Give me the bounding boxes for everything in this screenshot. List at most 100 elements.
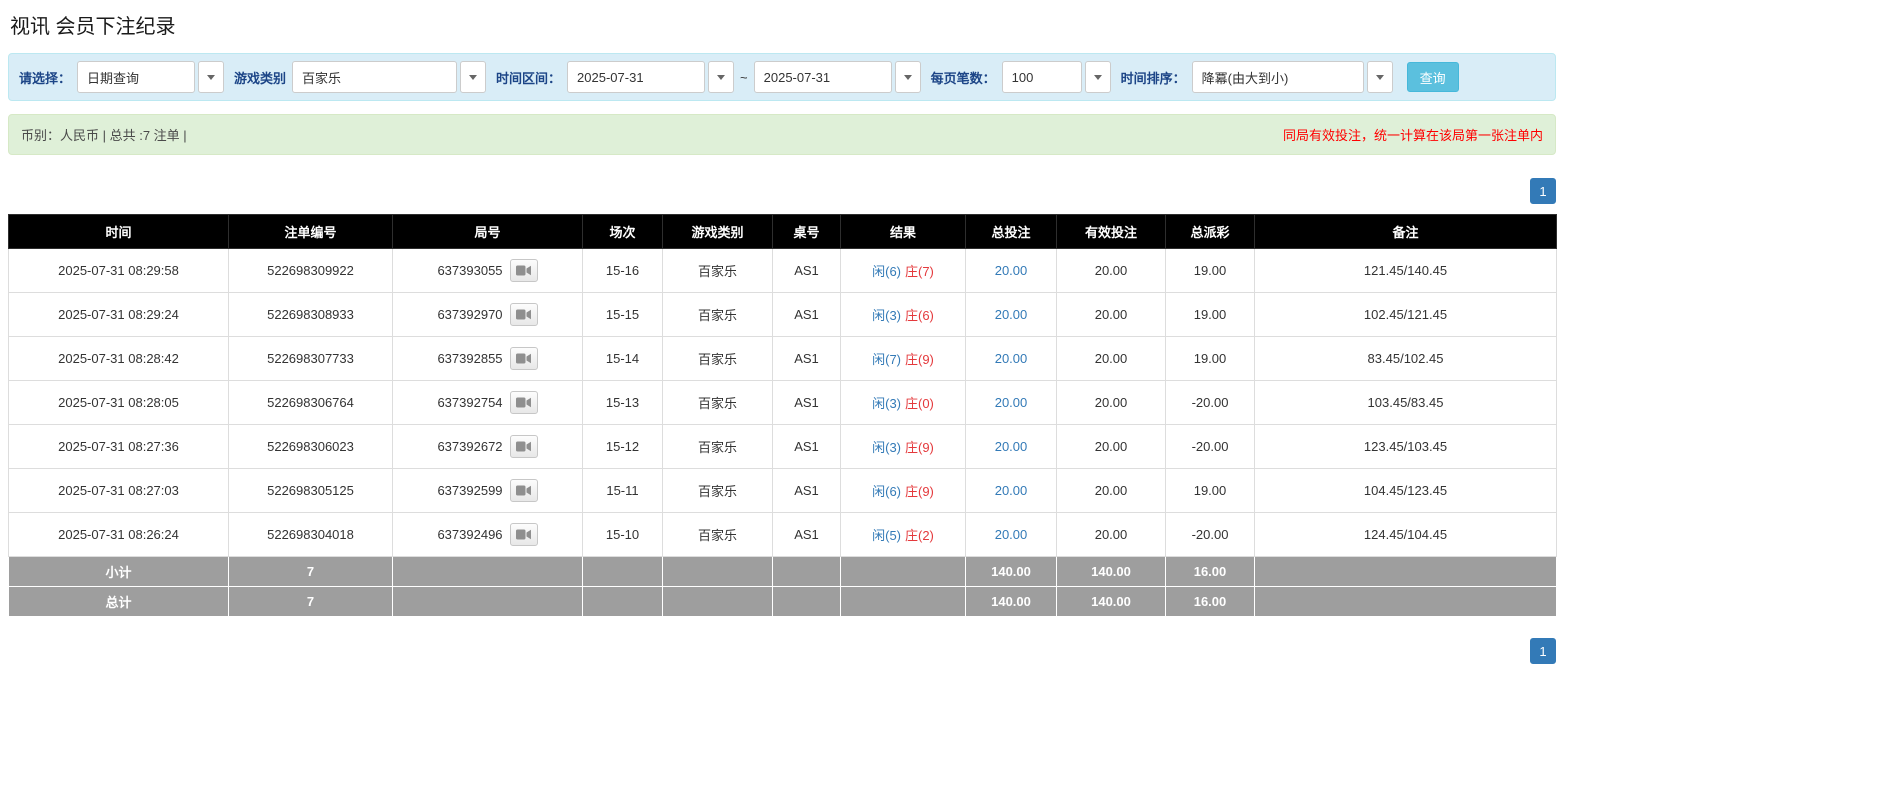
total-empty-cell — [772, 586, 841, 617]
cell-round-id: 637393055 — [392, 248, 583, 293]
total-bet-link[interactable]: 20.00 — [995, 527, 1028, 542]
date-to-dropdown-button[interactable] — [894, 61, 921, 93]
page-1-button[interactable]: 1 — [1530, 638, 1556, 664]
cell-payout: 19.00 — [1165, 292, 1255, 337]
cell-time: 2025-07-31 08:27:36 — [8, 424, 229, 469]
round-id-text: 637392754 — [437, 395, 503, 410]
col-header-table-no: 桌号 — [772, 214, 841, 249]
date-from-dropdown-button[interactable] — [708, 61, 735, 93]
total-bet-link[interactable]: 20.00 — [995, 483, 1028, 498]
cell-round-id: 637392599 — [392, 468, 583, 513]
video-replay-button[interactable] — [509, 303, 538, 326]
cell-remark: 124.45/104.45 — [1254, 512, 1557, 557]
total-row: 总计 7 140.00 140.00 16.00 — [8, 586, 1557, 617]
total-bet-link[interactable]: 20.00 — [995, 351, 1028, 366]
video-replay-button[interactable] — [509, 259, 538, 282]
result-player: 闲(5) — [872, 528, 901, 543]
time-sort-value[interactable]: 降冪(由大到小) — [1191, 61, 1364, 93]
cell-payout: 19.00 — [1165, 248, 1255, 293]
cell-game-type: 百家乐 — [662, 424, 773, 469]
result-banker: 庄(9) — [905, 352, 934, 367]
table-header-row: 时间 注单编号 局号 场次 游戏类别 桌号 结果 总投注 有效投注 总派彩 备注 — [8, 214, 1557, 249]
date-to-input[interactable]: 2025-07-31 — [753, 61, 892, 93]
bet-records-table: 时间 注单编号 局号 场次 游戏类别 桌号 结果 总投注 有效投注 总派彩 备注… — [8, 214, 1557, 617]
cell-remark: 121.45/140.45 — [1254, 248, 1557, 293]
date-from-select[interactable]: 2025-07-31 — [567, 61, 735, 93]
total-bet-link[interactable]: 20.00 — [995, 307, 1028, 322]
game-type-dropdown-button[interactable] — [460, 61, 487, 93]
query-type-dropdown-button[interactable] — [198, 61, 225, 93]
result-banker: 庄(0) — [905, 396, 934, 411]
cell-round-id: 637392970 — [392, 292, 583, 337]
col-header-time: 时间 — [8, 214, 229, 249]
result-player: 闲(3) — [872, 396, 901, 411]
cell-table-no: AS1 — [772, 512, 841, 557]
video-replay-button[interactable] — [509, 479, 538, 502]
cell-game-type: 百家乐 — [662, 248, 773, 293]
date-from-input[interactable]: 2025-07-31 — [567, 61, 706, 93]
cell-valid-bet: 20.00 — [1056, 336, 1166, 381]
total-count: 7 — [228, 586, 393, 617]
result-banker: 庄(6) — [905, 308, 934, 323]
game-type-value[interactable]: 百家乐 — [292, 61, 458, 93]
cell-remark: 104.45/123.45 — [1254, 468, 1557, 513]
cell-round-id: 637392672 — [392, 424, 583, 469]
cell-game-type: 百家乐 — [662, 292, 773, 337]
cell-bet-id: 522698304018 — [228, 512, 393, 557]
video-replay-button[interactable] — [509, 523, 538, 546]
subtotal-empty-cell — [1254, 556, 1557, 587]
search-button[interactable]: 查询 — [1406, 62, 1459, 92]
cell-total-bet: 20.00 — [965, 468, 1057, 513]
round-id-text: 637393055 — [437, 263, 503, 278]
query-type-label: 请选择： — [19, 70, 72, 86]
subtotal-total-bet: 140.00 — [965, 556, 1057, 587]
total-bet-link[interactable]: 20.00 — [995, 263, 1028, 278]
page-size-value[interactable]: 100 — [1001, 61, 1082, 93]
cell-time: 2025-07-31 08:29:58 — [8, 248, 229, 293]
game-type-select[interactable]: 百家乐 — [292, 61, 487, 93]
video-replay-button[interactable] — [509, 347, 538, 370]
subtotal-empty-cell — [392, 556, 583, 587]
col-header-round-id: 局号 — [392, 214, 583, 249]
chevron-down-icon — [1375, 74, 1384, 80]
cell-table-no: AS1 — [772, 424, 841, 469]
video-camera-icon — [516, 529, 532, 540]
total-bet-link[interactable]: 20.00 — [995, 395, 1028, 410]
col-header-result: 结果 — [840, 214, 966, 249]
currency-total-text: 币别：人民币 | 总共 :7 注单 | — [21, 128, 187, 143]
cell-session: 15-14 — [582, 336, 663, 381]
video-camera-icon — [516, 485, 532, 496]
date-to-select[interactable]: 2025-07-31 — [753, 61, 921, 93]
video-replay-button[interactable] — [509, 391, 538, 414]
cell-bet-id: 522698309922 — [228, 248, 393, 293]
cell-payout: -20.00 — [1165, 380, 1255, 425]
time-sort-dropdown-button[interactable] — [1366, 61, 1393, 93]
subtotal-payout: 16.00 — [1165, 556, 1255, 587]
page-size-label: 每页笔数： — [930, 70, 996, 86]
date-range-separator: ~ — [740, 69, 748, 85]
page-1-button[interactable]: 1 — [1530, 178, 1556, 204]
cell-remark: 103.45/83.45 — [1254, 380, 1557, 425]
cell-result: 闲(5) 庄(2) — [840, 512, 966, 557]
cell-table-no: AS1 — [772, 380, 841, 425]
cell-time: 2025-07-31 08:27:03 — [8, 468, 229, 513]
table-row: 2025-07-31 08:28:42 522698307733 6373928… — [8, 336, 1557, 381]
cell-time: 2025-07-31 08:28:42 — [8, 336, 229, 381]
video-replay-button[interactable] — [509, 435, 538, 458]
time-sort-select[interactable]: 降冪(由大到小) — [1191, 61, 1393, 93]
page-size-select[interactable]: 100 — [1001, 61, 1111, 93]
query-type-value[interactable]: 日期查询 — [77, 61, 196, 93]
cell-payout: 19.00 — [1165, 336, 1255, 381]
query-type-select[interactable]: 日期查询 — [77, 61, 225, 93]
total-bet-link[interactable]: 20.00 — [995, 439, 1028, 454]
cell-game-type: 百家乐 — [662, 468, 773, 513]
cell-total-bet: 20.00 — [965, 380, 1057, 425]
round-id-text: 637392496 — [437, 527, 503, 542]
result-player: 闲(3) — [872, 440, 901, 455]
cell-session: 15-11 — [582, 468, 663, 513]
page-size-dropdown-button[interactable] — [1084, 61, 1111, 93]
subtotal-label: 小计 — [8, 556, 229, 587]
total-total-bet: 140.00 — [965, 586, 1057, 617]
video-camera-icon — [516, 309, 532, 320]
cell-bet-id: 522698305125 — [228, 468, 393, 513]
